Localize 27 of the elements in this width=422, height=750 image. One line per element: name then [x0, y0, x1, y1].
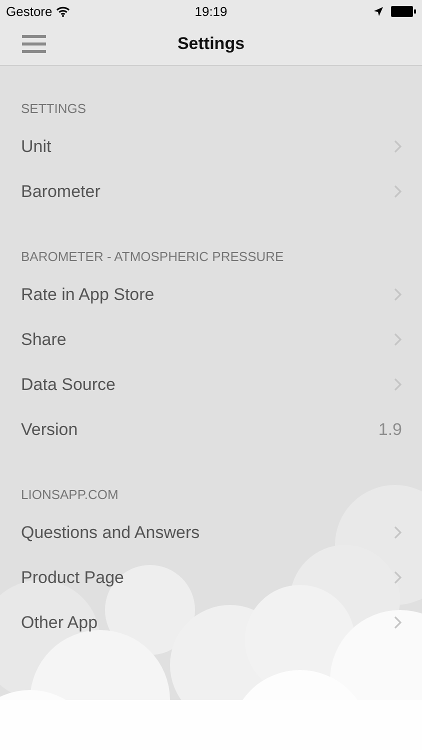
chevron-icon — [394, 616, 402, 629]
chevron-icon — [394, 526, 402, 539]
wifi-icon — [56, 6, 70, 16]
carrier-name: Gestore — [6, 4, 52, 18]
menu-icon — [22, 35, 46, 53]
chevron-icon — [394, 140, 402, 153]
settings-row[interactable]: Barometer — [0, 169, 422, 214]
chevron-icon — [394, 333, 402, 346]
section-header: BAROMETER - ATMOSPHERIC PRESSURE — [21, 248, 284, 264]
settings-row[interactable]: Share — [0, 317, 422, 362]
chevron-icon — [394, 185, 402, 198]
chevron-icon — [394, 571, 402, 584]
settings-row[interactable]: Questions and Answers — [0, 510, 422, 555]
battery-icon — [391, 6, 416, 16]
settings-row[interactable]: Unit — [0, 124, 422, 169]
chevron-icon — [394, 288, 402, 301]
clock-time: 19:19 — [194, 4, 228, 18]
settings-row[interactable]: Other App — [0, 600, 422, 645]
settings-row[interactable]: Product Page — [0, 555, 422, 600]
section-header: SETTINGS — [21, 100, 86, 116]
settings-row[interactable]: Rate in App Store — [0, 272, 422, 317]
settings-row[interactable]: Data Source — [0, 362, 422, 407]
section-header: LIONSAPP.COM — [21, 486, 118, 502]
screen-title: Settings — [177, 34, 245, 54]
location-arrow-icon — [374, 6, 384, 16]
settings-row[interactable]: Version 1.9 — [0, 407, 422, 452]
chevron-icon — [394, 378, 402, 391]
